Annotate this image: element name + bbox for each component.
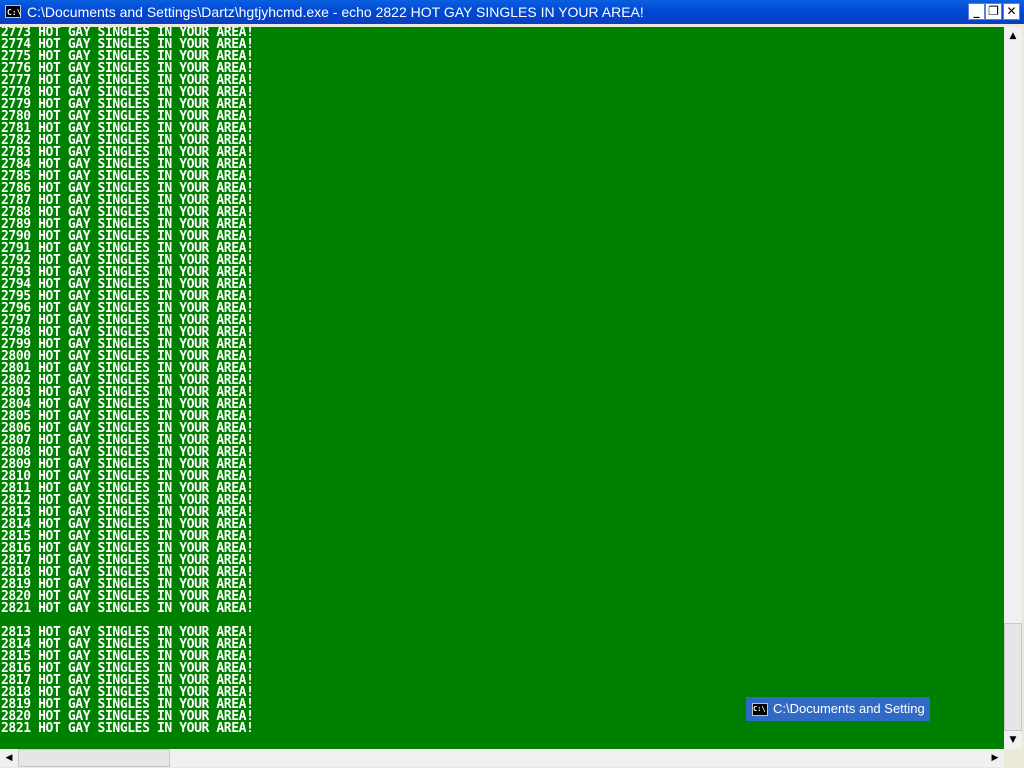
close-button[interactable]: ✕ <box>1003 3 1020 20</box>
taskbar-item-label: C:\Documents and Setting <box>773 701 925 716</box>
scroll-up-button[interactable]: ▲ <box>1004 27 1022 45</box>
cmd-icon[interactable]: C:\ <box>5 5 21 18</box>
console-line: 2821 HOT GAY SINGLES IN YOUR AREA! <box>1 601 254 616</box>
vertical-scrollbar[interactable]: ▲ ▼ <box>1004 27 1022 749</box>
taskbar-item-popup[interactable]: C:\ C:\Documents and Setting <box>746 697 930 721</box>
horizontal-scrollbar[interactable]: ◀ ▶ <box>0 749 1004 767</box>
title-bar[interactable]: C:\ C:\Documents and Settings\Dartz\hgtj… <box>0 0 1024 24</box>
console-line: 2821 HOT GAY SINGLES IN YOUR AREA! <box>1 721 254 736</box>
horizontal-scroll-thumb[interactable] <box>18 749 170 767</box>
console-output[interactable]: 2773 HOT GAY SINGLES IN YOUR AREA! 2774 H… <box>0 27 1004 749</box>
restore-button[interactable]: ❐ <box>985 3 1002 20</box>
window-title: C:\Documents and Settings\Dartz\hgtjyhcm… <box>27 4 644 20</box>
scroll-left-button[interactable]: ◀ <box>0 749 18 767</box>
minimize-button[interactable]: _ <box>968 3 985 20</box>
scroll-right-button[interactable]: ▶ <box>986 749 1004 767</box>
cmd-icon: C:\ <box>752 703 768 716</box>
scroll-down-button[interactable]: ▼ <box>1004 731 1022 749</box>
size-grip[interactable] <box>1004 749 1024 768</box>
vertical-scroll-thumb[interactable] <box>1004 623 1022 731</box>
console-window: C:\ C:\Documents and Settings\Dartz\hgtj… <box>0 0 1024 768</box>
